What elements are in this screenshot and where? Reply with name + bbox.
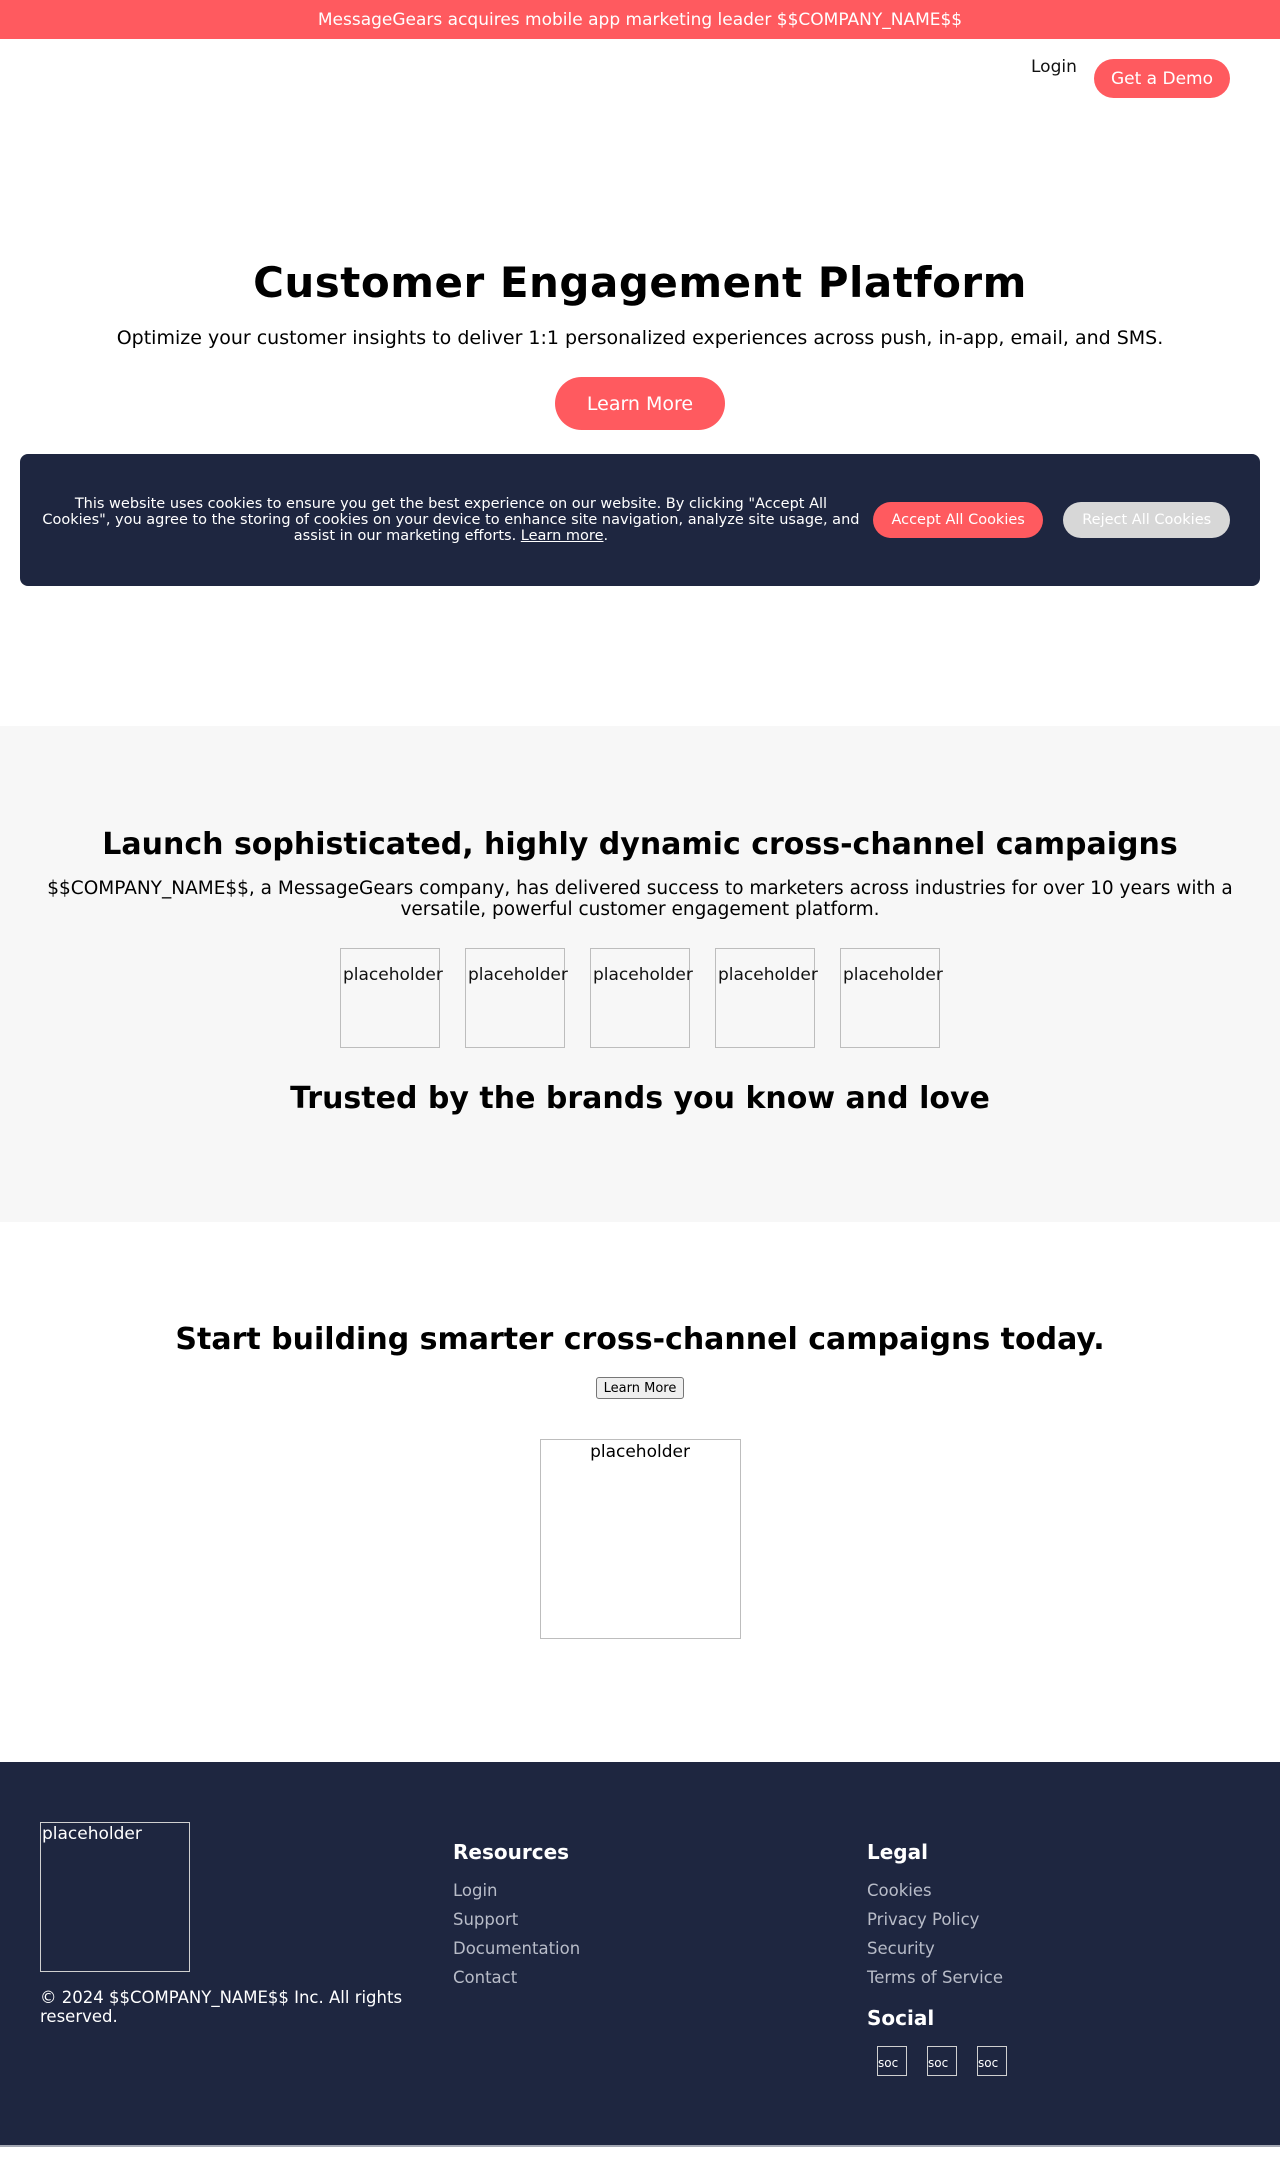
footer-link-security[interactable]: Security <box>867 1934 1007 1963</box>
footer-link-privacy-policy[interactable]: Privacy Policy <box>867 1905 1007 1934</box>
features-section: Launch sophisticated, highly dynamic cro… <box>0 726 1280 1222</box>
footer-link-documentation[interactable]: Documentation <box>453 1934 580 1963</box>
social-heading: Social <box>867 2006 935 2030</box>
announcement-text[interactable]: MessageGears acquires mobile app marketi… <box>318 10 962 30</box>
cookie-banner: This website uses cookies to ensure you … <box>20 454 1260 586</box>
social-icon[interactable]: soc <box>977 2046 1007 2076</box>
hero-subtitle: Optimize your customer insights to deliv… <box>116 327 1164 349</box>
brand-logo-image: placeholder <box>840 948 943 1048</box>
footer-bottom-divider <box>0 2145 1280 2147</box>
resources-heading: Resources <box>453 1840 570 1864</box>
hero-learn-more-button[interactable]: Learn More <box>555 377 725 430</box>
resources-column: Resources Login Support Documentation Co… <box>453 1840 580 1992</box>
cta-image: placeholder <box>539 1439 741 1639</box>
brand-logo-image: placeholder <box>465 948 568 1048</box>
reject-cookies-button[interactable]: Reject All Cookies <box>1063 502 1230 538</box>
legal-column: Legal Cookies Privacy Policy Security Te… <box>867 1840 1007 2076</box>
hero-section: Customer Engagement Platform Optimize yo… <box>0 258 1280 430</box>
footer-logo-image[interactable]: placeholder <box>40 1822 190 1972</box>
cookie-learn-more-link[interactable]: Learn more <box>521 528 604 544</box>
cta-title: Start building smarter cross-channel cam… <box>175 1322 1105 1357</box>
footer-link-login[interactable]: Login <box>453 1876 580 1905</box>
features-title: Launch sophisticated, highly dynamic cro… <box>102 827 1178 862</box>
footer-link-terms-of-service[interactable]: Terms of Service <box>867 1963 1007 1992</box>
copyright-text: © 2024 $$COMPANY_NAME$$ Inc. All rights … <box>40 1988 403 2026</box>
top-navigation: Login Get a Demo <box>0 39 1280 109</box>
accept-cookies-button[interactable]: Accept All Cookies <box>872 502 1044 538</box>
footer-link-contact[interactable]: Contact <box>453 1963 580 1992</box>
cookie-period: . <box>603 528 609 544</box>
cookie-message-text: This website uses cookies to ensure you … <box>42 496 860 544</box>
cta-learn-more-button[interactable]: Learn More <box>596 1377 684 1399</box>
brand-logos: placeholder placeholder placeholder plac… <box>0 948 1280 1048</box>
brand-logo-image: placeholder <box>340 948 443 1048</box>
trusted-brands-heading: Trusted by the brands you know and love <box>290 1081 990 1116</box>
hero-title: Customer Engagement Platform <box>253 258 1027 307</box>
cookie-message: This website uses cookies to ensure you … <box>42 496 860 544</box>
footer: placeholder © 2024 $$COMPANY_NAME$$ Inc.… <box>0 1762 1280 2145</box>
legal-heading: Legal <box>867 1840 928 1864</box>
announcement-bar[interactable]: MessageGears acquires mobile app marketi… <box>0 0 1280 39</box>
footer-brand: placeholder © 2024 $$COMPANY_NAME$$ Inc.… <box>40 1822 440 2026</box>
social-icon[interactable]: soc <box>877 2046 907 2076</box>
social-icon[interactable]: soc <box>927 2046 957 2076</box>
login-link[interactable]: Login <box>1031 57 1077 77</box>
brand-logo-image: placeholder <box>590 948 693 1048</box>
brand-logo-image: placeholder <box>715 948 818 1048</box>
get-demo-button[interactable]: Get a Demo <box>1094 59 1230 98</box>
cta-section: Start building smarter cross-channel cam… <box>0 1322 1280 1639</box>
footer-link-cookies[interactable]: Cookies <box>867 1876 1007 1905</box>
social-links: soc soc soc <box>867 2046 1007 2076</box>
footer-link-support[interactable]: Support <box>453 1905 580 1934</box>
features-text: $$COMPANY_NAME$$, a MessageGears company… <box>47 878 1233 920</box>
